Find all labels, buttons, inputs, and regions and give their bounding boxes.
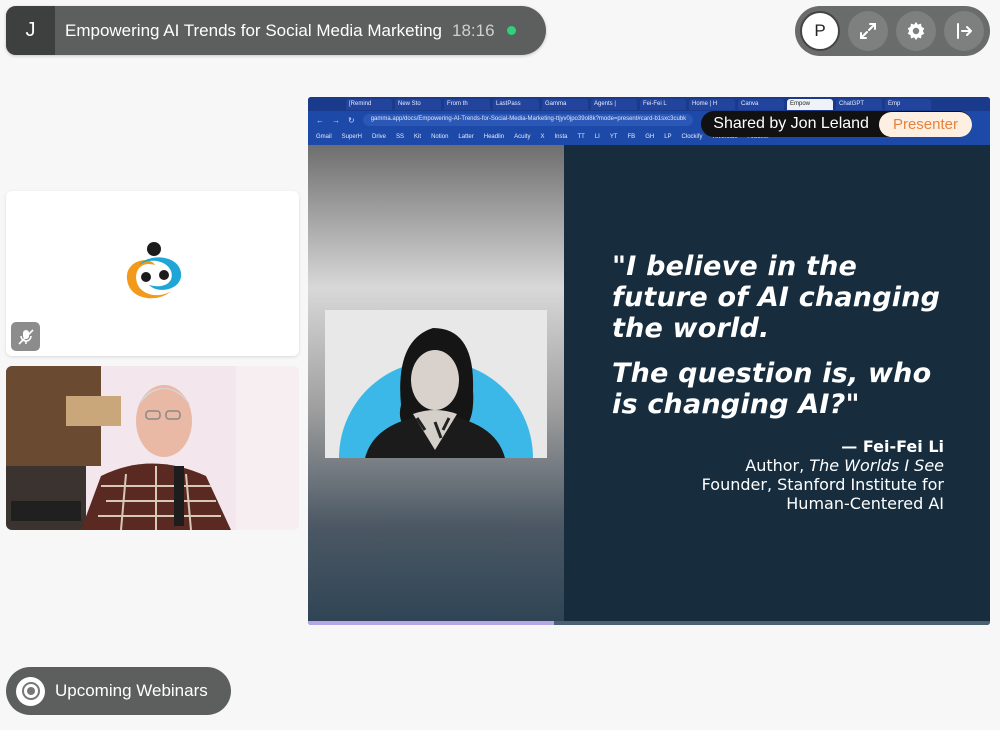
attribution-role-prefix: Author, [745,456,810,475]
bookmark-item[interactable]: Notion [431,134,448,140]
bookmark-item[interactable]: Kit [414,134,421,140]
shared-by-text: Shared by Jon Leland [713,115,869,132]
attribution-role-1: Author, The Worlds I See [654,456,944,475]
live-indicator [506,26,516,35]
attribution-book: The Worlds I See [809,456,944,475]
mic-muted-indicator [11,322,40,351]
upcoming-webinars-label: Upcoming Webinars [55,681,208,700]
bookmark-item[interactable]: Acuity [514,134,530,140]
presenter-badge: Presenter [878,111,972,137]
mic-off-icon [17,328,34,345]
slide-progress-fill [308,621,554,625]
settings-button[interactable] [896,11,936,51]
bookmark-item[interactable]: LI [595,134,600,140]
participant-tile-logo[interactable] [6,191,299,356]
bookmark-item[interactable]: Insta [554,134,567,140]
slide-progress [308,621,990,625]
browser-tab[interactable]: Agents | [591,98,637,110]
meeting-controls: P [795,6,990,56]
slide-attribution: — Fei-Fei Li Author, The Worlds I See Fo… [654,437,944,513]
bookmark-item[interactable]: SS [396,134,404,140]
webinar-icon [16,676,45,706]
browser-tab[interactable]: LastPass [493,98,539,110]
bookmark-item[interactable]: SuperH [342,134,362,140]
bookmark-item[interactable]: X [540,134,544,140]
bookmark-item[interactable]: TT [577,134,584,140]
bookmark-item[interactable]: LP [664,134,671,140]
bookmark-item[interactable]: Clockify [682,134,703,140]
leave-button[interactable] [944,11,984,51]
bookmark-item[interactable]: YT [610,134,618,140]
participant-video-image [6,366,299,530]
bookmark-item[interactable]: Drive [372,134,386,140]
address-bar[interactable]: gamma.app/docs/Empowering-AI-Trends-for-… [362,114,693,126]
bookmark-item[interactable]: Latter [458,134,473,140]
browser-tab[interactable]: New Sto [395,98,441,110]
participant-tile-video[interactable] [6,366,299,530]
meeting-avatar: J [6,6,55,55]
brand-logo [126,242,182,299]
meeting-timer: 18:16 [452,20,495,40]
back-icon[interactable]: ← [316,116,324,125]
forward-icon[interactable]: → [332,116,340,125]
shared-screen[interactable]: [Remind New Sto From th LastPass Gamma A… [308,97,990,625]
reload-icon[interactable]: ↻ [348,116,355,125]
expand-icon [860,23,876,39]
fullscreen-button[interactable] [848,11,888,51]
attribution-name: — Fei-Fei Li [841,437,944,456]
browser-tabbar: [Remind New Sto From th LastPass Gamma A… [308,97,990,111]
exit-icon [957,23,972,39]
browser-tab[interactable]: Canva [738,98,784,110]
bookmark-item[interactable]: GH [645,134,654,140]
profile-button[interactable]: P [800,11,840,51]
browser-tab[interactable]: Home | H [689,98,735,110]
bookmark-item[interactable]: Headlin [484,134,504,140]
browser-tab[interactable]: [Remind [346,98,392,110]
portrait-image [325,310,547,458]
upcoming-webinars-button[interactable]: Upcoming Webinars [6,667,231,715]
quote-line-2: The question is, who is changing AI?" [612,358,932,420]
shared-by-banner: Shared by Jon Leland Presenter [701,111,972,137]
meeting-header[interactable]: J Empowering AI Trends for Social Media … [6,6,546,55]
bookmark-item[interactable]: FB [628,134,636,140]
browser-tab[interactable]: ChatGPT [836,98,882,110]
browser-tab-active[interactable]: Empow [787,98,833,110]
speaker-portrait [325,310,547,458]
browser-tab[interactable]: Emp [885,98,931,110]
bookmark-item[interactable]: Gmail [316,134,332,140]
browser-tab[interactable]: Gamma [542,98,588,110]
attribution-role-2: Founder, Stanford Institute for Human-Ce… [701,475,944,513]
slide-quote-panel: "I believe in the future of AI changing … [564,145,990,621]
gear-icon [907,21,925,41]
quote-line-1: "I believe in the future of AI changing … [612,251,941,344]
slide-quote: "I believe in the future of AI changing … [612,251,952,420]
browser-tab[interactable]: Fei-Fei L [640,98,686,110]
meeting-title: Empowering AI Trends for Social Media Ma… [65,20,443,40]
browser-tab[interactable]: From th [444,98,490,110]
